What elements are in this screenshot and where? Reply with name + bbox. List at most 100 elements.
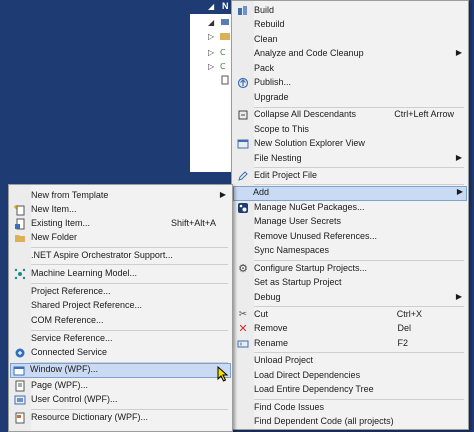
submenu-item-new-folder[interactable]: New Folder: [11, 231, 230, 245]
csharp-file-icon: C: [220, 48, 226, 57]
menu-separator: [31, 264, 228, 265]
expand-arrow-icon[interactable]: ◢: [208, 18, 214, 27]
menu-item-label: Set as Startup Project: [254, 277, 342, 287]
submenu-item-window-wpf[interactable]: Window (WPF)...: [10, 363, 231, 378]
submenu-item-shared-project-reference[interactable]: Shared Project Reference...: [11, 299, 230, 313]
menu-item-label: Remove Unused References...: [254, 231, 378, 241]
submenu-item-com-reference[interactable]: COM Reference...: [11, 314, 230, 328]
menu-item-manage-nuget[interactable]: Manage NuGet Packages...: [234, 201, 466, 215]
menu-item-find-dependent-code[interactable]: Find Dependent Code (all projects): [234, 415, 466, 429]
solution-explorer-tree: ◢ N ◢ ▷ ▷ C ▷ C: [190, 0, 234, 172]
menu-separator: [31, 247, 228, 248]
user-control-icon: [14, 394, 26, 406]
svg-text:C: C: [220, 48, 226, 57]
submenu-item-new-from-template[interactable]: New from Template ▶: [11, 189, 230, 203]
menu-item-debug[interactable]: Debug ▶: [234, 291, 466, 305]
menu-item-unload-project[interactable]: Unload Project: [234, 354, 466, 368]
menu-item-configure-startup[interactable]: ⚙ Configure Startup Projects...: [234, 262, 466, 276]
menu-item-label: Cut: [254, 309, 269, 319]
submenu-item-page-wpf[interactable]: Page (WPF)...: [11, 379, 230, 393]
menu-item-label: New from Template: [31, 190, 109, 200]
mouse-cursor-icon: [217, 366, 229, 382]
menu-item-add[interactable]: Add ▶: [233, 186, 467, 201]
tree-row[interactable]: ▷: [190, 30, 234, 44]
menu-separator: [31, 283, 228, 284]
submenu-item-service-reference[interactable]: Service Reference...: [11, 332, 230, 346]
menu-item-cut[interactable]: ✂ Cut Ctrl+X: [234, 308, 466, 322]
collapse-icon: [237, 109, 249, 121]
submenu-item-project-reference[interactable]: Project Reference...: [11, 285, 230, 299]
menu-item-label: New Solution Explorer View: [254, 138, 365, 148]
dependencies-icon: [221, 19, 229, 25]
expand-arrow-icon[interactable]: ◢: [208, 2, 214, 11]
menu-item-publish[interactable]: Publish...: [234, 76, 466, 90]
expand-arrow-icon[interactable]: ▷: [208, 32, 214, 41]
menu-item-scope-to-this[interactable]: Scope to This: [234, 123, 466, 137]
file-icon: [221, 75, 229, 85]
menu-item-label: Configure Startup Projects...: [254, 263, 368, 273]
menu-item-load-direct-deps[interactable]: Load Direct Dependencies: [234, 369, 466, 383]
shortcut-text: Shift+Alt+A: [170, 218, 216, 228]
edit-file-icon: [237, 170, 249, 182]
menu-item-label: Existing Item...: [31, 218, 91, 228]
menu-item-remove-unused-refs[interactable]: Remove Unused References...: [234, 230, 466, 244]
menu-separator: [254, 260, 464, 261]
menu-item-label: .NET Aspire Orchestrator Support...: [31, 250, 173, 260]
menu-item-label: COM Reference...: [31, 315, 104, 325]
menu-item-label: Clean: [254, 34, 278, 44]
submenu-item-new-item[interactable]: New Item...: [11, 203, 230, 217]
menu-item-clean[interactable]: Clean: [234, 33, 466, 47]
menu-item-collapse-all[interactable]: Collapse All Descendants Ctrl+Left Arrow: [234, 108, 466, 122]
menu-item-label: Add: [253, 187, 270, 197]
tree-row[interactable]: ◢: [190, 16, 234, 30]
menu-item-label: Service Reference...: [31, 333, 113, 343]
cut-icon: ✂: [238, 309, 248, 320]
menu-item-label: Sync Namespaces: [254, 245, 330, 255]
menu-item-build[interactable]: Build: [234, 4, 466, 18]
menu-item-label: Rename: [254, 338, 289, 348]
menu-item-label: Debug: [254, 292, 281, 302]
menu-item-rebuild[interactable]: Rebuild: [234, 18, 466, 32]
menu-item-edit-project-file[interactable]: Edit Project File: [234, 169, 466, 183]
submenu-item-partial[interactable]: [11, 426, 230, 431]
menu-item-label: Resource Dictionary (WPF)...: [31, 412, 149, 422]
tree-row[interactable]: [190, 74, 234, 88]
submenu-item-aspire-support[interactable]: .NET Aspire Orchestrator Support...: [11, 249, 230, 263]
menu-separator: [254, 306, 464, 307]
expand-arrow-icon[interactable]: ▷: [208, 62, 214, 71]
menu-item-new-explorer-view[interactable]: New Solution Explorer View: [234, 137, 466, 151]
svg-text:C: C: [220, 62, 226, 71]
menu-separator: [254, 184, 464, 185]
submenu-item-connected-service[interactable]: Connected Service: [11, 346, 230, 360]
submenu-item-existing-item[interactable]: Existing Item... Shift+Alt+A: [11, 217, 230, 231]
expand-arrow-icon[interactable]: ▷: [208, 48, 214, 57]
menu-item-label: Collapse All Descendants: [254, 109, 357, 119]
menu-item-rename[interactable]: Rename F2: [234, 337, 466, 351]
menu-item-pack[interactable]: Pack: [234, 62, 466, 76]
menu-item-set-startup[interactable]: Set as Startup Project: [234, 276, 466, 290]
menu-item-label: Scope to This: [254, 124, 309, 134]
chevron-right-icon: ▶: [455, 292, 462, 301]
menu-item-upgrade[interactable]: Upgrade: [234, 91, 466, 105]
new-item-icon: [14, 204, 26, 216]
menu-item-manage-user-secrets[interactable]: Manage User Secrets: [234, 215, 466, 229]
menu-item-label: Find Code Issues: [254, 402, 325, 412]
tree-row[interactable]: ▷ C: [190, 60, 234, 74]
menu-item-load-dep-tree[interactable]: Load Entire Dependency Tree: [234, 383, 466, 397]
tree-row[interactable]: ▷ C: [190, 46, 234, 60]
shortcut-text: Ctrl+Left Arrow: [394, 109, 454, 119]
submenu-item-user-control-wpf[interactable]: User Control (WPF)...: [11, 393, 230, 407]
menu-item-label: Manage User Secrets: [254, 216, 342, 226]
menu-item-label: Unload Project: [254, 355, 314, 365]
menu-item-file-nesting[interactable]: File Nesting ▶: [234, 152, 466, 166]
tree-row-project[interactable]: ◢ N: [190, 0, 234, 14]
menu-item-analyze-cleanup[interactable]: Analyze and Code Cleanup ▶: [234, 47, 466, 61]
nuget-icon: [237, 202, 249, 214]
submenu-item-ml-model[interactable]: Machine Learning Model...: [11, 267, 230, 281]
menu-item-label: Project Reference...: [31, 286, 111, 296]
menu-item-find-code-issues[interactable]: Find Code Issues: [234, 401, 466, 415]
submenu-item-resource-dictionary[interactable]: Resource Dictionary (WPF)...: [11, 411, 230, 425]
menu-item-remove[interactable]: ✕ Remove Del: [234, 322, 466, 336]
menu-item-sync-namespaces[interactable]: Sync Namespaces: [234, 244, 466, 258]
shortcut-text: Ctrl+X: [396, 309, 422, 319]
